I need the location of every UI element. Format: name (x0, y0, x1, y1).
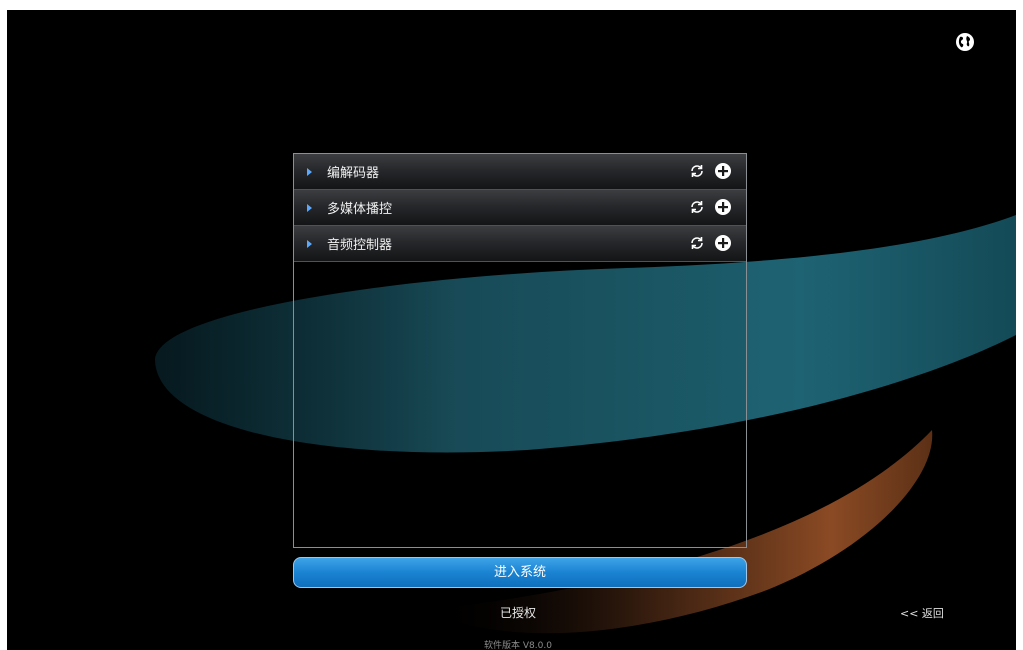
login-screen: 编解码器 多媒体播控 音频控制器 进入系统 已授权 << 返回 软件版本 V8.… (7, 10, 1016, 650)
plus-circle-icon[interactable] (714, 234, 732, 252)
device-row-label: 编解码器 (327, 166, 380, 181)
expand-arrow-icon[interactable] (307, 167, 312, 176)
refresh-icon[interactable] (688, 198, 706, 216)
plus-circle-icon[interactable] (714, 198, 732, 216)
plus-circle-icon[interactable] (714, 162, 732, 180)
device-row-label: 多媒体播控 (327, 202, 393, 217)
globe-icon[interactable] (955, 32, 975, 52)
device-row-label: 音频控制器 (327, 238, 393, 253)
enter-system-button[interactable]: 进入系统 (293, 557, 747, 588)
device-row-audio[interactable]: 音频控制器 (294, 226, 746, 262)
software-version: 软件版本 V8.0.0 (484, 641, 552, 650)
device-row-codec[interactable]: 编解码器 (294, 154, 746, 190)
device-row-media[interactable]: 多媒体播控 (294, 190, 746, 226)
expand-arrow-icon[interactable] (307, 203, 312, 212)
expand-arrow-icon[interactable] (307, 239, 312, 248)
refresh-icon[interactable] (688, 234, 706, 252)
refresh-icon[interactable] (688, 162, 706, 180)
authorization-status: 已授权 (500, 606, 537, 620)
back-link[interactable]: << 返回 (900, 605, 944, 621)
device-list-panel: 编解码器 多媒体播控 音频控制器 (293, 153, 747, 548)
